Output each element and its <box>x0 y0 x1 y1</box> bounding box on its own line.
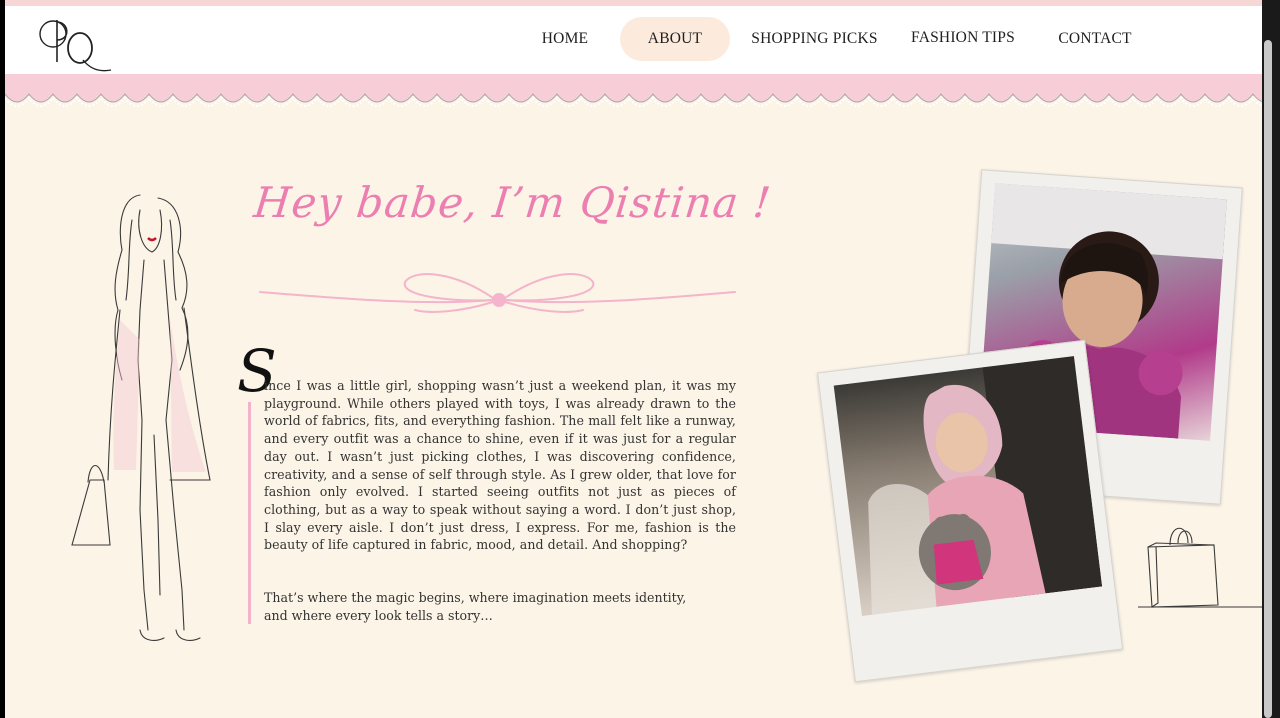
about-paragraph-2-line-1: That’s where the magic begins, where ima… <box>264 590 687 605</box>
scallop-border <box>5 74 1262 107</box>
about-paragraph-2-line-2: and where every look tells a story… <box>264 607 493 623</box>
quote-accent-bar <box>248 402 251 624</box>
shopping-bag-icon <box>1138 527 1262 608</box>
main-nav: HOME ABOUT SHOPPING PICKS FASHION TIPS C… <box>5 6 1262 75</box>
nav-fashion-tips[interactable]: FASHION TIPS <box>907 16 1019 60</box>
nav-contact[interactable]: CONTACT <box>1050 17 1140 61</box>
bow-ribbon-divider <box>259 273 736 313</box>
site-header: HOME ABOUT SHOPPING PICKS FASHION TIPS C… <box>5 6 1262 75</box>
nav-about[interactable]: ABOUT <box>620 17 730 61</box>
nav-home[interactable]: HOME <box>525 17 605 61</box>
fashion-sketch-illustration <box>71 194 211 641</box>
scrollbar-thumb[interactable] <box>1264 40 1272 718</box>
about-paragraph-2: That’s where the magic begins, where ima… <box>264 589 724 624</box>
polaroid-photo-qistina <box>816 339 1124 683</box>
page-viewport: HOME ABOUT SHOPPING PICKS FASHION TIPS C… <box>5 0 1262 718</box>
about-paragraph-1: ince I was a little girl, shopping wasn’… <box>264 378 736 553</box>
about-heading: Hey babe, I’m Qistina ! <box>251 178 774 227</box>
nav-shopping-picks[interactable]: SHOPPING PICKS <box>747 17 882 61</box>
qistina-photo <box>833 356 1103 616</box>
